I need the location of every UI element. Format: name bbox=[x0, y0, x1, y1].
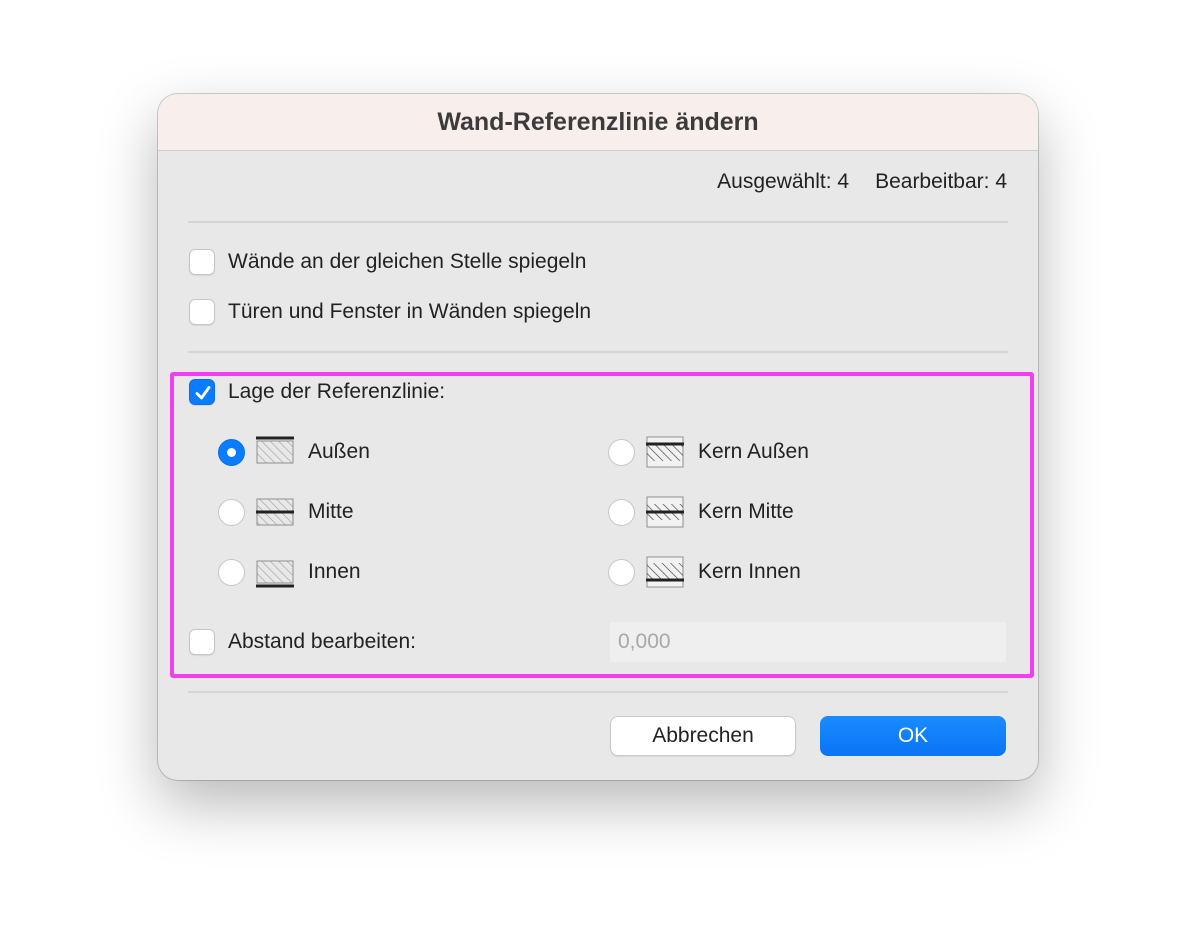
mirror-openings-label: Türen und Fenster in Wänden spiegeln bbox=[228, 300, 592, 323]
checkmark-icon bbox=[195, 386, 211, 400]
radio-outside[interactable] bbox=[218, 439, 245, 466]
choice-label-center: Mitte bbox=[308, 500, 354, 523]
radio-core-inside[interactable] bbox=[608, 559, 635, 586]
cancel-button[interactable]: Abbrechen bbox=[610, 716, 796, 756]
selection-counts: Ausgewählt: 4 Bearbeitbar: 4 bbox=[717, 170, 1007, 194]
title-bar: Wand-Referenzlinie ändern bbox=[158, 94, 1038, 151]
selected-count: Ausgewählt: 4 bbox=[717, 170, 850, 193]
offset-value-field[interactable] bbox=[610, 622, 1006, 662]
change-reference-line-dialog: Wand-Referenzlinie ändern Ausgewählt: 4 … bbox=[158, 94, 1038, 780]
radio-core-center[interactable] bbox=[608, 499, 635, 526]
mirror-walls-label: Wände an der gleichen Stelle spiegeln bbox=[228, 250, 587, 273]
radio-inside[interactable] bbox=[218, 559, 245, 586]
choice-label-outside: Außen bbox=[308, 440, 370, 463]
radio-core-outside[interactable] bbox=[608, 439, 635, 466]
choice-label-core-outside: Kern Außen bbox=[698, 440, 809, 463]
edit-offset-label: Abstand bearbeiten: bbox=[228, 630, 416, 653]
mirror-openings-checkbox[interactable] bbox=[189, 299, 215, 325]
wall-outside-icon bbox=[256, 436, 294, 464]
ok-button[interactable]: OK bbox=[820, 716, 1006, 756]
core-center-icon bbox=[646, 496, 684, 528]
edit-offset-checkbox[interactable] bbox=[189, 629, 215, 655]
dialog-title: Wand-Referenzlinie ändern bbox=[437, 107, 759, 136]
divider bbox=[188, 351, 1008, 353]
divider bbox=[188, 691, 1008, 693]
core-outside-icon bbox=[646, 436, 684, 468]
wall-inside-icon bbox=[256, 560, 294, 588]
core-inside-icon bbox=[646, 556, 684, 588]
radio-center[interactable] bbox=[218, 499, 245, 526]
choice-label-inside: Innen bbox=[308, 560, 361, 583]
choice-label-core-center: Kern Mitte bbox=[698, 500, 794, 523]
divider bbox=[188, 221, 1008, 223]
reference-line-label: Lage der Referenzlinie: bbox=[228, 380, 446, 403]
wall-center-icon bbox=[256, 498, 294, 526]
choice-label-core-inside: Kern Innen bbox=[698, 560, 801, 583]
mirror-walls-checkbox[interactable] bbox=[189, 249, 215, 275]
reference-line-checkbox[interactable] bbox=[189, 379, 215, 405]
editable-count: Bearbeitbar: 4 bbox=[875, 170, 1007, 193]
